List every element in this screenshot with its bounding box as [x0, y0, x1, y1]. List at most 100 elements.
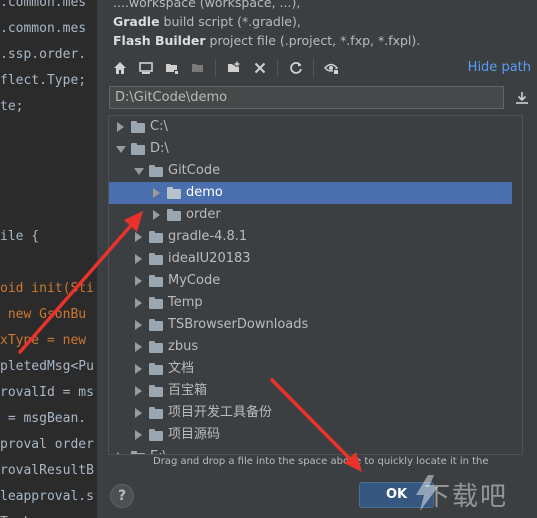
folder-icon	[149, 341, 163, 353]
new-folder-icon[interactable]	[223, 57, 245, 79]
tree-item-label: C:\	[150, 119, 168, 134]
watermark-text: 下载吧	[424, 482, 509, 512]
folder-icon	[149, 165, 163, 177]
tree-item-label: D:\	[150, 141, 169, 156]
tree-item-label: gradle-4.8.1	[168, 229, 248, 244]
chevron-right-icon[interactable]	[135, 298, 142, 308]
folder-icon	[149, 297, 163, 309]
folder-icon	[149, 429, 163, 441]
chevron-right-icon[interactable]	[135, 254, 142, 264]
tree-item-label: E:\	[150, 446, 167, 454]
folder-icon	[131, 121, 145, 133]
show-hidden-icon[interactable]	[321, 57, 343, 79]
tree-item-label: 文档	[168, 361, 195, 376]
code-line: .ssp.order.	[0, 47, 87, 62]
project-folder-icon[interactable]	[161, 57, 183, 79]
tree-item-label: 项目开发工具备份	[168, 405, 273, 420]
toolbar-separator	[215, 59, 216, 77]
tree-item[interactable]: 项目源码	[109, 424, 512, 446]
tree-item[interactable]: ideaIU20183	[109, 248, 512, 270]
tree-item[interactable]: TSBrowserDownloads	[109, 314, 512, 336]
file-chooser-toolbar: Hide path	[109, 55, 533, 81]
chevron-down-icon[interactable]	[116, 146, 126, 153]
code-line: flect.Type;	[0, 73, 87, 88]
code-line: new GsonBu	[0, 307, 87, 322]
tree-item-label: ideaIU20183	[168, 251, 251, 266]
tree-item-label: order	[186, 207, 221, 222]
code-line: ile {	[0, 229, 40, 244]
chevron-right-icon[interactable]	[135, 320, 142, 330]
download-icon[interactable]	[511, 87, 533, 109]
home-icon[interactable]	[109, 57, 131, 79]
description-format-detail: project file (.project, *.fxp, *.fxpl).	[205, 33, 421, 48]
tree-item-label: 项目源码	[168, 427, 221, 442]
toolbar-separator	[313, 59, 314, 77]
tree-item[interactable]: C:\	[109, 116, 512, 138]
tree-item[interactable]: E:\	[109, 446, 512, 454]
tree-item[interactable]: GitCode	[109, 160, 512, 182]
chevron-down-icon[interactable]	[134, 168, 144, 175]
tree-item-label: Temp	[168, 295, 203, 310]
hide-path-link[interactable]: Hide path	[468, 60, 531, 75]
tree-item-label: 百宝箱	[168, 383, 208, 398]
chevron-right-icon[interactable]	[135, 276, 142, 286]
tree-item[interactable]: gradle-4.8.1	[109, 226, 512, 248]
chevron-right-icon[interactable]	[135, 342, 142, 352]
tree-item[interactable]: order	[109, 204, 512, 226]
dialog-description: ....workspace (workspace, ...), Gradle bu…	[113, 0, 533, 50]
description-line: Gradle build script (*.gradle),	[113, 12, 533, 31]
tree-item[interactable]: MyCode	[109, 270, 512, 292]
chevron-right-icon[interactable]	[135, 408, 142, 418]
tree-item[interactable]: demo	[109, 182, 512, 204]
tree-item-label: TSBrowserDownloads	[168, 317, 309, 332]
folder-icon	[149, 319, 163, 331]
folder-icon	[149, 231, 163, 243]
chevron-right-icon[interactable]	[117, 122, 124, 132]
folder-icon	[167, 187, 181, 199]
code-line: Task	[0, 510, 39, 518]
tree-item-label: MyCode	[168, 273, 221, 288]
code-line: leapproval.s	[0, 489, 94, 504]
file-tree[interactable]: C:\ D:\ GitCode demo order gradle-4.8.1 ideaIU…	[108, 115, 523, 455]
select-path-dialog: ....workspace (workspace, ...), Gradle bu…	[96, 0, 537, 518]
chevron-right-icon[interactable]	[135, 386, 142, 396]
chevron-right-icon[interactable]	[135, 232, 142, 242]
tree-item-label: GitCode	[168, 163, 221, 178]
chevron-right-icon[interactable]	[153, 210, 160, 220]
tree-item[interactable]: Temp	[109, 292, 512, 314]
code-line: proval order	[0, 437, 94, 452]
folder-icon	[149, 275, 163, 287]
chevron-right-icon[interactable]	[153, 188, 160, 198]
delete-icon[interactable]	[249, 57, 271, 79]
code-line: pletedMsg<Pu	[0, 359, 94, 374]
module-folder-icon[interactable]	[187, 57, 209, 79]
folder-icon	[149, 253, 163, 265]
description-format-name: Flash Builder	[113, 33, 206, 48]
chevron-right-icon[interactable]	[135, 364, 142, 374]
tree-item-label: zbus	[168, 339, 199, 354]
folder-icon	[167, 209, 181, 221]
path-input[interactable]: D:\GitCode\demo	[109, 86, 504, 109]
tree-item[interactable]: zbus	[109, 336, 512, 358]
description-line: Flash Builder project file (.project, *.…	[113, 31, 533, 50]
help-button[interactable]: ?	[110, 484, 134, 508]
desktop-icon[interactable]	[135, 57, 157, 79]
description-line: ....workspace (workspace, ...),	[113, 0, 533, 12]
chevron-right-icon[interactable]	[135, 430, 142, 440]
code-line: .common.mes	[0, 21, 87, 36]
refresh-icon[interactable]	[285, 57, 307, 79]
tree-item[interactable]: 项目开发工具备份	[109, 402, 512, 424]
tree-item[interactable]: D:\	[109, 138, 512, 160]
folder-icon	[131, 451, 145, 454]
chevron-right-icon[interactable]	[117, 452, 124, 454]
code-line: .common.mes	[0, 0, 87, 10]
description-format-detail: build script (*.gradle),	[159, 14, 301, 29]
toolbar-separator	[277, 59, 278, 77]
tree-item[interactable]: 百宝箱	[109, 380, 512, 402]
folder-icon	[149, 363, 163, 375]
path-row: D:\GitCode\demo	[109, 86, 533, 110]
tree-item[interactable]: 文档	[109, 358, 512, 380]
folder-icon	[131, 143, 145, 155]
code-line: rovalId = ms	[0, 385, 94, 400]
description-format-detail: ....workspace (workspace, ...),	[113, 0, 301, 10]
